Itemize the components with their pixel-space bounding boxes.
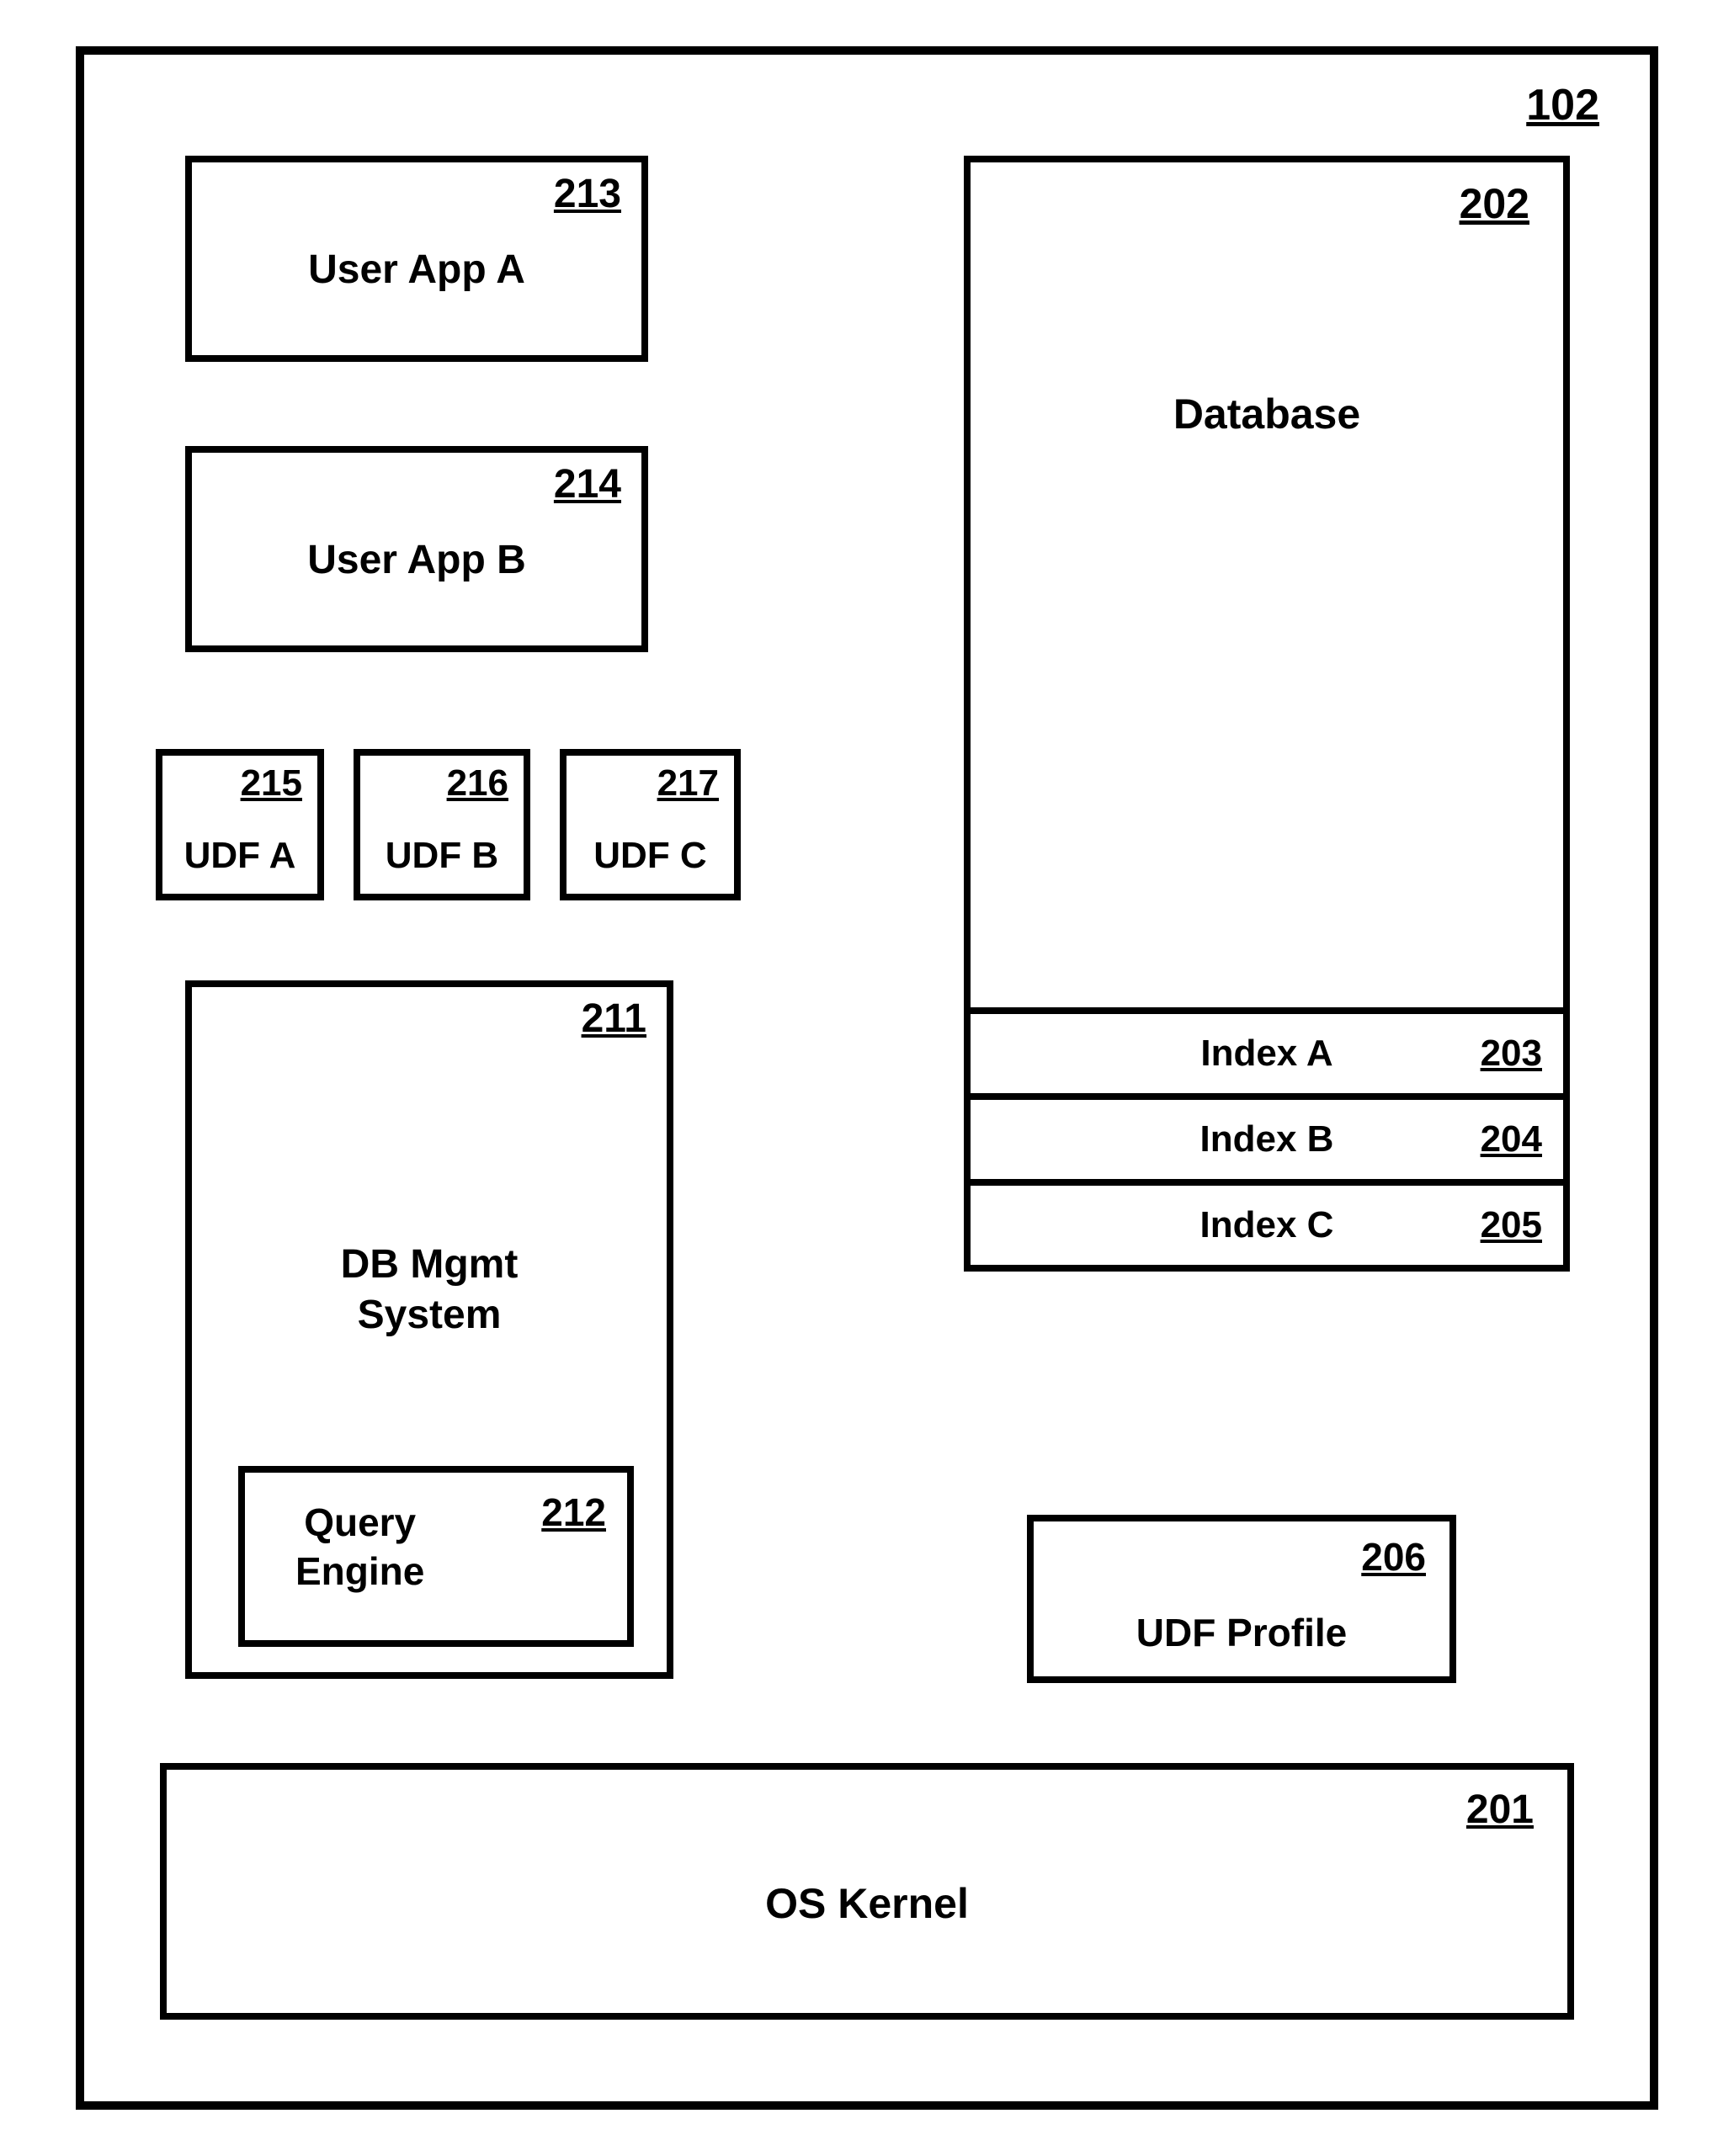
ref-215: 215 <box>241 762 302 805</box>
database-label: Database <box>1173 390 1360 438</box>
udf-b-label: UDF B <box>386 835 498 877</box>
user-app-b-label: User App B <box>307 537 526 583</box>
ref-216: 216 <box>447 762 508 805</box>
ref-212: 212 <box>541 1490 606 1535</box>
udf-b: 216 UDF B <box>354 749 530 900</box>
udf-profile-label: UDF Profile <box>1136 1610 1347 1655</box>
index-a-label: Index A <box>1200 1033 1332 1075</box>
ref-211: 211 <box>582 996 646 1042</box>
udf-a-label: UDF A <box>184 835 296 877</box>
udf-profile: 206 UDF Profile <box>1027 1515 1456 1683</box>
udf-a: 215 UDF A <box>156 749 324 900</box>
query-engine-label: Query Engine <box>295 1498 424 1596</box>
db-mgmt-label: DB Mgmt System <box>341 1240 519 1341</box>
ref-203: 203 <box>1481 1033 1542 1075</box>
user-app-a: 213 User App A <box>185 156 648 362</box>
ref-102: 102 <box>1526 80 1599 130</box>
udf-c-label: UDF C <box>593 835 706 877</box>
index-c: Index C 205 <box>964 1179 1570 1272</box>
index-c-label: Index C <box>1200 1204 1334 1246</box>
ref-206: 206 <box>1361 1534 1426 1580</box>
user-app-b: 214 User App B <box>185 446 648 652</box>
ref-213: 213 <box>554 171 621 217</box>
index-a: Index A 203 <box>964 1007 1570 1100</box>
database: 202 Database <box>964 156 1570 1014</box>
ref-217: 217 <box>657 762 719 805</box>
ref-214: 214 <box>554 461 621 507</box>
udf-c: 217 UDF C <box>560 749 741 900</box>
user-app-a-label: User App A <box>308 247 525 293</box>
os-kernel: 201 OS Kernel <box>160 1763 1574 2020</box>
ref-202: 202 <box>1460 179 1529 228</box>
os-kernel-label: OS Kernel <box>765 1879 969 1928</box>
ref-201: 201 <box>1466 1787 1534 1833</box>
index-b-label: Index B <box>1200 1118 1334 1160</box>
query-engine: 212 Query Engine <box>238 1466 634 1647</box>
index-b: Index B 204 <box>964 1093 1570 1186</box>
ref-205: 205 <box>1481 1204 1542 1246</box>
ref-204: 204 <box>1481 1118 1542 1160</box>
db-mgmt-system: 211 DB Mgmt System 212 Query Engine <box>185 980 673 1679</box>
diagram-canvas: 102 213 User App A 214 User App B 215 UD… <box>0 0 1734 2156</box>
